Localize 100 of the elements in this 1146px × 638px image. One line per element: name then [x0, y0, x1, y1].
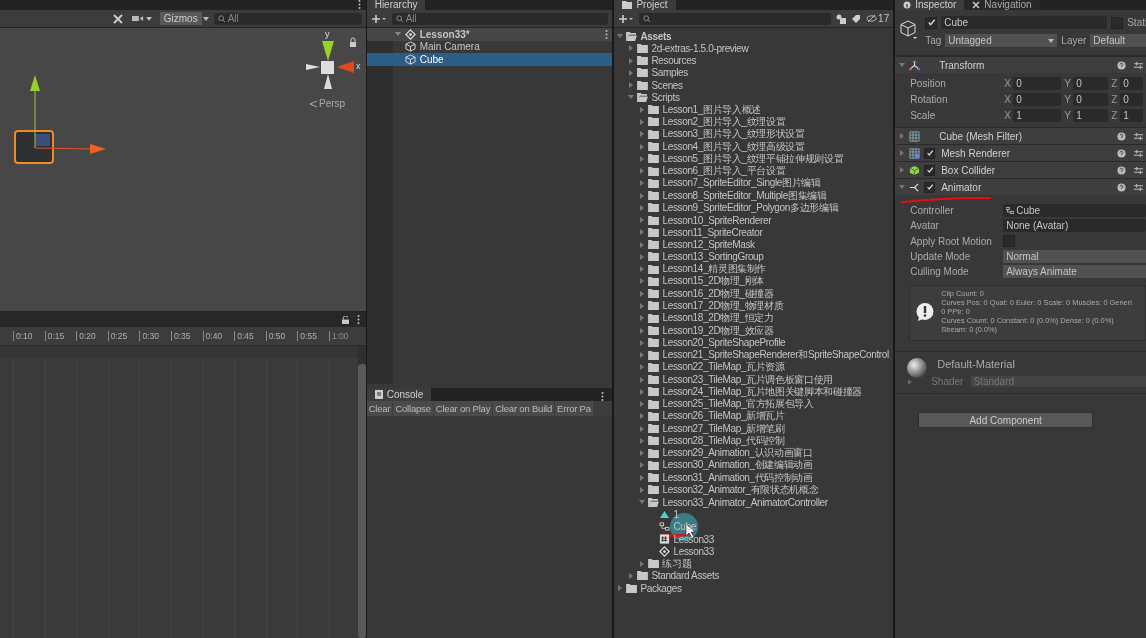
component-header[interactable]: Transform: [895, 56, 1146, 73]
layer-dropdown[interactable]: Default: [1090, 34, 1146, 47]
asset-item[interactable]: Resources: [614, 54, 894, 67]
asset-item[interactable]: Lesson28_TileMap_代码控制: [614, 434, 894, 448]
enabled-checkbox[interactable]: [924, 164, 936, 176]
asset-item[interactable]: 1: [614, 508, 894, 521]
number-field[interactable]: 0: [1013, 92, 1062, 106]
asset-item[interactable]: Lesson27_TileMap_新增笔刷: [614, 422, 894, 435]
asset-item[interactable]: Lesson32_Animator_有限状态机概念: [614, 483, 894, 497]
gizmos-button[interactable]: Gizmos: [159, 12, 202, 25]
asset-item[interactable]: Lesson17_2D物理_物理材质: [614, 299, 894, 313]
move-gizmo[interactable]: [30, 75, 106, 154]
help-icon[interactable]: [1117, 131, 1126, 141]
sliders-icon[interactable]: [1134, 148, 1143, 158]
hidden-count-button[interactable]: 17: [866, 13, 890, 24]
asset-item[interactable]: Lesson7_SpriteEditor_Single图片编辑: [614, 177, 894, 190]
console-button[interactable]: Error Pa: [555, 401, 593, 416]
sliders-icon[interactable]: [1134, 131, 1143, 141]
asset-item[interactable]: Lesson10_SpriteRenderer: [614, 214, 894, 227]
number-field[interactable]: 0: [1120, 76, 1143, 90]
asset-item[interactable]: Lesson16_2D物理_碰撞器: [614, 287, 894, 300]
asset-item[interactable]: Lesson33: [614, 545, 894, 558]
asset-item[interactable]: Lesson21_SpriteShapeRenderer和SpriteShapeControl: [614, 348, 894, 362]
asset-item[interactable]: Lesson14_精灵图集制作: [614, 263, 894, 276]
sliders-icon[interactable]: [1134, 165, 1143, 175]
asset-item[interactable]: Assets: [614, 30, 894, 43]
add-icon[interactable]: [618, 13, 635, 24]
help-icon[interactable]: [1117, 148, 1126, 158]
asset-item[interactable]: Lesson13_SortingGroup: [614, 250, 894, 264]
expand-arrow-icon[interactable]: [899, 167, 906, 173]
asset-item[interactable]: Lesson24_TileMap_瓦片地图关键脚本和碰撞器: [614, 385, 894, 398]
asset-item[interactable]: Scripts: [614, 91, 894, 104]
projection-label[interactable]: Persp: [319, 98, 346, 109]
asset-item[interactable]: Lesson12_SpriteMask: [614, 238, 894, 251]
kebab-icon[interactable]: [601, 392, 605, 401]
asset-item[interactable]: Lesson31_Animation_代码控制动画: [614, 471, 894, 484]
asset-item[interactable]: Lesson23_TileMap_瓦片调色板窗口使用: [614, 373, 894, 386]
kebab-icon[interactable]: [357, 0, 361, 9]
console-tab[interactable]: Console: [366, 388, 432, 401]
dropdown[interactable]: Always Animate: [1003, 265, 1146, 279]
asset-item[interactable]: Standard Assets: [614, 569, 894, 582]
number-field[interactable]: 0: [1013, 76, 1062, 90]
asset-item[interactable]: Lesson8_SpriteEditor_Multiple图集编辑: [614, 189, 894, 202]
sliders-icon[interactable]: [1134, 182, 1143, 192]
lock-icon[interactable]: [350, 37, 356, 47]
enabled-checkbox[interactable]: [924, 181, 936, 193]
enabled-checkbox[interactable]: [924, 147, 936, 159]
kebab-icon[interactable]: [356, 315, 360, 324]
search-field[interactable]: [639, 12, 832, 25]
search-field[interactable]: All: [213, 12, 362, 25]
hierarchy-tab[interactable]: Hierarchy: [366, 0, 426, 10]
asset-item[interactable]: Lesson22_TileMap_瓦片资源: [614, 361, 894, 374]
object-field[interactable]: Cube: [1003, 204, 1146, 218]
number-field[interactable]: 1: [1013, 108, 1062, 122]
component-header[interactable]: Box Collider: [895, 161, 1146, 178]
asset-item[interactable]: Lesson15_2D物理_刚体: [614, 275, 894, 288]
number-field[interactable]: 1: [1120, 108, 1143, 122]
asset-item[interactable]: Lesson26_TileMap_新增瓦片: [614, 410, 894, 423]
tools-icon[interactable]: [111, 12, 124, 25]
asset-item[interactable]: Lesson6_图片导入_平台设置: [614, 164, 894, 178]
scrollbar[interactable]: [357, 346, 366, 638]
console-button[interactable]: Collapse: [393, 401, 433, 416]
asset-item[interactable]: Lesson25_TileMap_官方拓展包导入: [614, 397, 894, 411]
asset-item[interactable]: Lesson33_Animator_AnimatorController: [614, 496, 894, 509]
asset-item[interactable]: Lesson20_SpriteShapeProfile: [614, 336, 894, 349]
search-field[interactable]: All: [391, 12, 609, 25]
filter-icon[interactable]: [836, 13, 847, 24]
asset-item[interactable]: Lesson30_Animation_创建编辑动画: [614, 459, 894, 472]
asset-item[interactable]: Packages: [614, 581, 894, 595]
inspector-tab[interactable]: Inspector: [895, 0, 965, 10]
console-button[interactable]: Clear on Play: [433, 401, 493, 416]
tag-icon[interactable]: [851, 13, 862, 24]
asset-item[interactable]: Lesson3_图片导入_纹理形状设置: [614, 128, 894, 141]
hierarchy-item[interactable]: Cube: [366, 53, 613, 66]
asset-item[interactable]: Scenes: [614, 79, 894, 92]
orientation-gizmo[interactable]: [306, 41, 354, 89]
active-checkbox[interactable]: [925, 16, 938, 29]
add-component-button[interactable]: Add Component: [918, 412, 1094, 429]
expand-arrow-icon[interactable]: [899, 150, 906, 156]
console-button[interactable]: Clear: [366, 401, 393, 416]
expand-arrow-icon[interactable]: [899, 62, 906, 68]
asset-item[interactable]: Lesson18_2D物理_恒定力: [614, 312, 894, 325]
asset-item[interactable]: Lesson29_Animation_认识动画窗口: [614, 447, 894, 460]
sliders-icon[interactable]: [1134, 60, 1143, 70]
asset-item[interactable]: Lesson9_SpriteEditor_Polygon多边形编辑: [614, 201, 894, 214]
project-tab[interactable]: Project: [614, 0, 676, 10]
lock-icon[interactable]: [341, 315, 349, 324]
add-icon[interactable]: [370, 13, 387, 24]
help-icon[interactable]: [1117, 60, 1126, 70]
asset-item[interactable]: Lesson5_图片导入_纹理平铺拉伸规则设置: [614, 152, 894, 165]
asset-item[interactable]: Lesson19_2D物理_效应器: [614, 324, 894, 337]
number-field[interactable]: 0: [1073, 76, 1109, 90]
object-field[interactable]: None (Avatar): [1003, 219, 1146, 233]
expand-arrow-icon[interactable]: [394, 31, 401, 38]
asset-item[interactable]: 2d-extras-1.5.0-preview: [614, 42, 894, 55]
asset-item[interactable]: 练习题: [614, 557, 894, 570]
kebab-icon[interactable]: [605, 29, 609, 39]
dropdown[interactable]: Normal: [1003, 250, 1146, 264]
expand-arrow-icon[interactable]: [899, 133, 906, 139]
expand-arrow-icon[interactable]: [907, 379, 914, 385]
